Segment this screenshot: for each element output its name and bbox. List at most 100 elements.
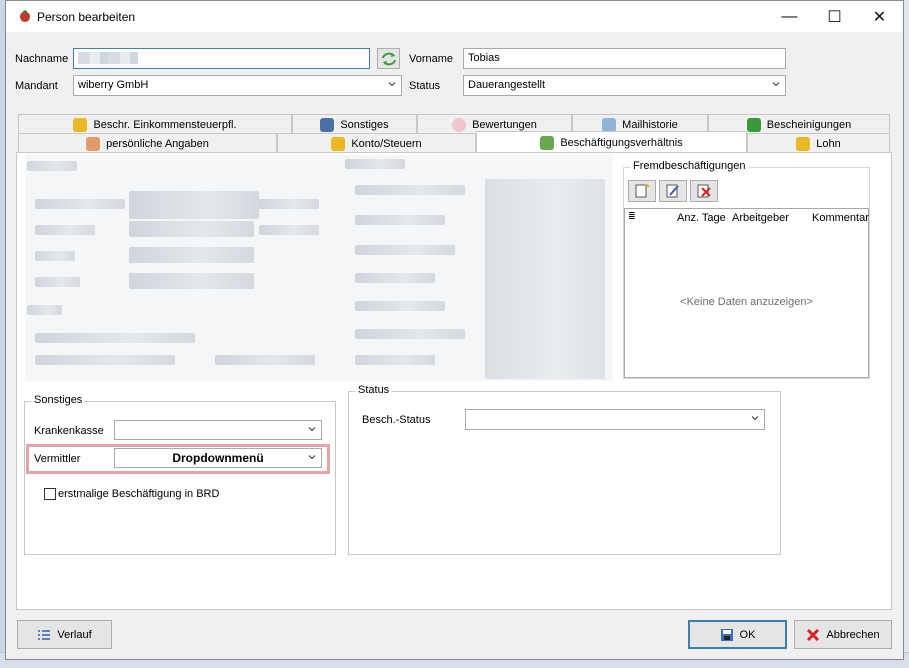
blurred-field [35, 277, 80, 287]
sonstiges-title: Sonstiges [31, 394, 86, 406]
blurred-field [355, 273, 435, 283]
abbrechen-label: Abbrechen [826, 628, 880, 641]
blurred-field [129, 247, 254, 263]
erstmalig-checkbox[interactable] [44, 488, 56, 500]
blurred-field [27, 161, 77, 171]
chevron-down-icon [308, 455, 316, 460]
vorname-label: Vorname [409, 53, 454, 65]
status-group-title: Status [355, 384, 393, 396]
window-title: Person bearbeiten [37, 10, 136, 24]
blurred-field [355, 301, 445, 311]
blurred-field [35, 333, 195, 343]
nachname-blurred-value [78, 52, 138, 64]
mandant-value: wiberry GmbH [78, 79, 149, 91]
blurred-field [35, 199, 125, 209]
chevron-down-icon [772, 82, 780, 87]
row-selector-icon: ≣ [628, 211, 636, 221]
car-icon [320, 117, 335, 132]
fremdbeschaeftigungen-title: Fremdbeschäftigungen [630, 160, 749, 172]
tab-content-panel: Fremdbeschäftigungen ≣ Anz. Tage Arbeitg… [16, 152, 892, 610]
besch-status-select[interactable] [465, 409, 765, 430]
minimize-button[interactable]: — [767, 1, 812, 32]
blurred-field [355, 215, 445, 225]
blurred-field [355, 355, 435, 365]
refresh-button[interactable] [377, 48, 400, 69]
edit-entry-button[interactable] [659, 180, 687, 202]
tab-label: Bescheinigungen [766, 118, 852, 131]
tab-label: persönliche Angaben [106, 137, 209, 150]
mandant-select[interactable]: wiberry GmbH [73, 75, 402, 96]
vermittler-value: Dropdownmenü [172, 451, 264, 465]
column-anz-tage[interactable]: Anz. Tage [677, 212, 726, 224]
status-group: Status Besch.-Status [348, 384, 781, 555]
blurred-field [129, 273, 254, 289]
close-button[interactable]: ✕ [857, 1, 902, 32]
erstmalig-label: erstmalige Beschäftigung in BRD [58, 488, 220, 500]
blurred-field [35, 355, 175, 365]
verlauf-button[interactable]: Verlauf [17, 620, 112, 649]
column-arbeitgeber[interactable]: Arbeitgeber [732, 212, 789, 224]
status-select[interactable]: Dauerangestellt [463, 75, 786, 96]
tab-sonstiges[interactable]: Sonstiges [292, 114, 417, 134]
save-icon [720, 628, 733, 641]
mandant-label: Mandant [15, 80, 58, 92]
status-value: Dauerangestellt [468, 79, 546, 91]
new-entry-button[interactable] [628, 180, 656, 202]
chevron-down-icon [751, 416, 759, 421]
blurred-field [355, 185, 465, 195]
person-add-icon [540, 135, 555, 150]
tab-beschr-einkommensteuerpfl[interactable]: Beschr. Einkommensteuerpfl. [18, 114, 292, 134]
tab-konto-steuern[interactable]: Konto/Steuern [277, 133, 476, 153]
tab-label: Sonstiges [340, 118, 389, 131]
chevron-down-icon [308, 427, 316, 432]
tab-label: Konto/Steuern [351, 137, 422, 150]
status-label: Status [409, 80, 441, 92]
empty-grid-message: <Keine Daten anzuzeigen> [680, 296, 813, 308]
grid-header: ≣ Anz. Tage Arbeitgeber Kommentar [625, 209, 869, 227]
fremdbeschaeftigungen-group: Fremdbeschäftigungen ≣ Anz. Tage Arbeitg… [623, 160, 870, 379]
vermittler-select[interactable]: Dropdownmenü [114, 448, 322, 468]
blurred-field [35, 251, 75, 261]
cancel-icon [807, 628, 820, 641]
chevron-down-icon [388, 82, 396, 87]
blurred-field [345, 159, 405, 169]
nachname-input[interactable] [73, 48, 370, 69]
krankenkasse-select[interactable] [114, 420, 322, 440]
tab-lohn[interactable]: Lohn [747, 133, 890, 153]
title-bar: Person bearbeiten — ☐ ✕ [6, 1, 903, 32]
vorname-input[interactable]: Tobias [463, 48, 786, 69]
besch-status-label: Besch.-Status [362, 414, 431, 426]
blurred-field [355, 245, 455, 255]
blurred-field [259, 225, 319, 235]
blurred-field [485, 179, 605, 379]
person-icon [86, 136, 101, 151]
dialog-window: Person bearbeiten — ☐ ✕ Nachname Vorname… [5, 0, 904, 660]
tab-persoenliche-angaben[interactable]: persönliche Angaben [18, 133, 277, 153]
ok-label: OK [739, 628, 756, 641]
new-document-icon [635, 183, 650, 198]
tab-beschaeftigungsverhaeltnis[interactable]: Beschäftigungsverhältnis [476, 131, 747, 153]
blurred-field [215, 355, 315, 365]
maximize-button[interactable]: ☐ [812, 1, 857, 32]
check-icon [746, 117, 761, 132]
coins-icon [331, 136, 346, 151]
fremdbeschaeftigungen-grid[interactable]: ≣ Anz. Tage Arbeitgeber Kommentar <Keine… [624, 208, 869, 378]
heart-icon [452, 117, 467, 132]
tab-label: Beschr. Einkommensteuerpfl. [93, 118, 237, 131]
vermittler-label: Vermittler [34, 453, 81, 465]
ok-button[interactable]: OK [688, 620, 787, 649]
blurred-field [355, 329, 465, 339]
delete-entry-button[interactable] [690, 180, 718, 202]
blurred-fields-area [25, 155, 613, 381]
refresh-icon [381, 52, 396, 65]
coins-icon [796, 136, 811, 151]
coins-icon [73, 117, 88, 132]
sonstiges-group: Sonstiges Krankenkasse Vermittler Dropdo… [24, 394, 336, 555]
blurred-field [129, 191, 259, 219]
mail-icon [602, 117, 617, 132]
tab-label: Mailhistorie [622, 118, 678, 131]
column-kommentar[interactable]: Kommentar [812, 212, 869, 224]
tab-label: Lohn [816, 137, 841, 150]
abbrechen-button[interactable]: Abbrechen [794, 620, 892, 649]
blurred-field [259, 199, 319, 209]
